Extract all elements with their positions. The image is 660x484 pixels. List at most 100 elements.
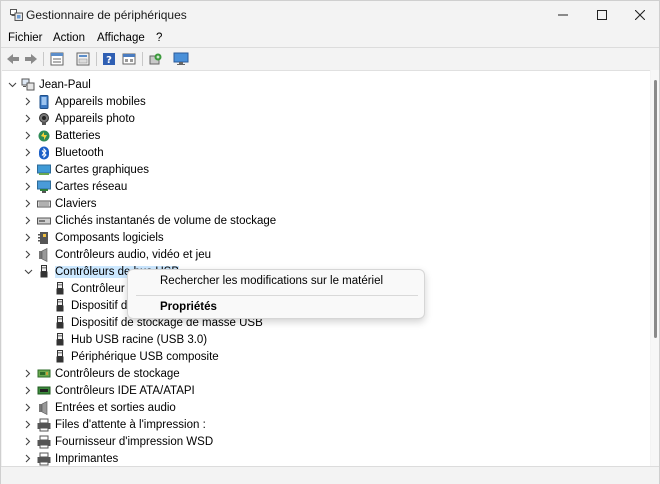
devices-icon (122, 53, 136, 65)
back-arrow-icon (7, 54, 19, 64)
chevron-right-icon[interactable] (22, 365, 34, 382)
window-title: Gestionnaire de périphériques (26, 8, 187, 22)
camera-icon (37, 112, 51, 126)
maximize-button[interactable] (583, 1, 621, 29)
tree-item-controleurs-de-stockage[interactable]: Contrôleurs de stockage (22, 365, 180, 382)
chevron-right-icon[interactable] (22, 433, 34, 450)
menu-help[interactable]: ? (156, 32, 162, 44)
tree-item-appareils-mobiles[interactable]: Appareils mobiles (22, 93, 146, 110)
toolbar-separator (142, 52, 143, 66)
close-icon (635, 10, 645, 20)
svg-text:?: ? (106, 55, 112, 66)
tree-item-cliches-instantanes-de-volume-de-stockage[interactable]: Clichés instantanés de volume de stockag… (22, 212, 276, 229)
chevron-right-icon[interactable] (22, 212, 34, 229)
properties-icon (76, 52, 90, 66)
tree-item-appareils-photo[interactable]: Appareils photo (22, 110, 135, 127)
ctx-scan-hardware-item[interactable]: Rechercher les modifications sur le maté… (160, 275, 383, 287)
chevron-right-icon[interactable] (22, 416, 34, 433)
tree-item-hub-usb-racine-usb-3-0[interactable]: Hub USB racine (USB 3.0) (38, 331, 207, 348)
audio-io-icon (37, 400, 51, 415)
scan-hardware-icon (149, 53, 162, 65)
chevron-right-icon[interactable] (22, 161, 34, 178)
software-component-icon (37, 231, 51, 245)
chevron-right-icon[interactable] (22, 450, 34, 466)
forward-button[interactable] (23, 51, 39, 67)
ctx-properties-item[interactable]: Propriétés (160, 301, 217, 313)
tree-item-controleurs-audio-video-et-jeu[interactable]: Contrôleurs audio, vidéo et jeu (22, 246, 211, 263)
tree-item-label: Hub USB racine (USB 3.0) (71, 333, 208, 346)
tree-item-bluetooth[interactable]: Bluetooth (22, 144, 104, 161)
scan-hardware-button[interactable] (147, 51, 163, 67)
tree-root[interactable]: Jean-Paul (6, 76, 91, 93)
device-tree: Jean-Paul Appareils mobiles Appareils pho… (2, 70, 650, 466)
usb-icon (53, 298, 67, 313)
tree-root-label: Jean-Paul (39, 78, 91, 91)
print-queue-icon (37, 418, 51, 432)
close-button[interactable] (621, 1, 659, 29)
properties-button[interactable] (75, 51, 91, 67)
mobile-device-icon (37, 94, 51, 109)
back-button[interactable] (5, 51, 21, 67)
chevron-right-icon[interactable] (22, 246, 34, 263)
chevron-right-icon[interactable] (22, 178, 34, 195)
toolbar-separator (43, 52, 44, 66)
vertical-scrollbar[interactable] (651, 70, 659, 466)
tree-item-fournisseur-d-impression-wsd[interactable]: Fournisseur d'impression WSD (22, 433, 213, 450)
tree-item-controleur[interactable]: Contrôleur (38, 280, 125, 297)
chevron-down-icon[interactable] (22, 263, 34, 280)
tree-item-cartes-graphiques[interactable]: Cartes graphiques (22, 161, 149, 178)
help-button[interactable]: ? (101, 51, 117, 67)
chevron-right-icon[interactable] (22, 229, 34, 246)
tree-item-cartes-reseau[interactable]: Cartes réseau (22, 178, 127, 195)
tree-item-label: Dispositif d (71, 299, 128, 312)
tree-item-peripherique-usb-composite[interactable]: Périphérique USB composite (38, 348, 219, 365)
chevron-down-icon[interactable] (6, 76, 18, 93)
printer-icon (37, 435, 51, 449)
maximize-icon (597, 10, 607, 20)
tree-item-label: Files d'attente à l'impression : (55, 418, 206, 431)
forward-arrow-icon (25, 54, 37, 64)
device-manager-app-icon (10, 9, 23, 21)
chevron-right-icon[interactable] (22, 382, 34, 399)
monitor-button[interactable] (173, 51, 189, 67)
devices-button[interactable] (121, 51, 137, 67)
tree-item-label: Composants logiciels (55, 231, 164, 244)
minimize-button[interactable] (544, 1, 582, 29)
battery-icon (37, 129, 51, 143)
tree-item-label: Entrées et sorties audio (55, 401, 176, 414)
bluetooth-icon (37, 146, 51, 160)
tree-item-imprimantes[interactable]: Imprimantes (22, 450, 118, 466)
tree-item-label: Batteries (55, 129, 101, 142)
tree-item-controleurs-ide-ata-atapi[interactable]: Contrôleurs IDE ATA/ATAPI (22, 382, 195, 399)
tree-item-label: Contrôleurs audio, vidéo et jeu (55, 248, 211, 261)
usb-icon (37, 264, 51, 279)
view-button[interactable] (49, 51, 65, 67)
usb-icon (53, 332, 67, 347)
context-menu-separator (136, 295, 418, 296)
tree-item-label: Périphérique USB composite (71, 350, 219, 363)
device-manager-window: Gestionnaire de périphériques Fichier Ac… (0, 0, 660, 484)
chevron-right-icon[interactable] (22, 144, 34, 161)
menu-affichage[interactable]: Affichage (97, 32, 145, 44)
chevron-right-icon[interactable] (22, 127, 34, 144)
tree-item-claviers[interactable]: Claviers (22, 195, 97, 212)
chevron-right-icon[interactable] (22, 110, 34, 127)
printer-icon (37, 452, 51, 466)
chevron-right-icon[interactable] (22, 195, 34, 212)
tree-item-label: Clichés instantanés de volume de stockag… (55, 214, 277, 227)
status-bar (1, 466, 659, 484)
tree-item-entrees-et-sorties-audio[interactable]: Entrées et sorties audio (22, 399, 176, 416)
tree-item-batteries[interactable]: Batteries (22, 127, 100, 144)
scrollbar-thumb[interactable] (654, 80, 657, 338)
tree-item-files-d-attente-a-l-impression[interactable]: Files d'attente à l'impression : (22, 416, 206, 433)
menu-fichier[interactable]: Fichier (8, 32, 43, 44)
tree-item-composants-logiciels[interactable]: Composants logiciels (22, 229, 164, 246)
chevron-right-icon[interactable] (22, 399, 34, 416)
tree-item-label: Cartes réseau (55, 180, 128, 193)
menu-action[interactable]: Action (53, 32, 85, 44)
chevron-right-icon[interactable] (22, 93, 34, 110)
tree-item-dispositif-d[interactable]: Dispositif d (38, 297, 127, 314)
